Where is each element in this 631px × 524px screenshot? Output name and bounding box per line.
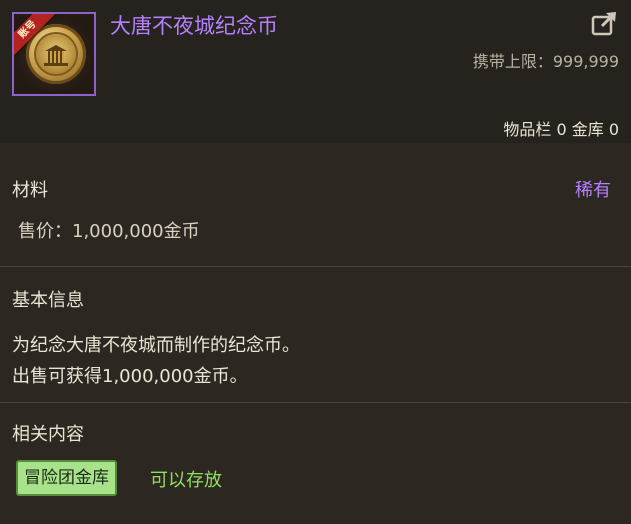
description-line: 出售可获得1,000,000金币。 [12,366,248,387]
description-line: 为纪念大唐不夜城而制作的纪念币。 [12,335,300,356]
carry-limit: 携带上限：999,999 [473,48,619,72]
basic-info-title: 基本信息 [12,290,84,311]
related-content-title: 相关内容 [12,424,84,445]
item-name: 大唐不夜城纪念币 [110,14,278,38]
item-description: 为纪念大唐不夜城而制作的纪念币。 出售可获得1,000,000金币。 [12,330,300,392]
sell-price-value: 1,000,000金币 [72,221,200,242]
tooltip-header: 账号 大唐不夜城纪念币 携带上限：999,999 物品栏 0 金库 0 [0,0,631,143]
share-icon [591,12,616,36]
divider [0,402,631,403]
share-button[interactable] [590,8,620,38]
carry-limit-value: 999,999 [552,52,619,71]
adventure-vault-tag[interactable]: 冒险团金库 [16,460,117,496]
item-icon-frame: 账号 [12,12,96,96]
sell-price: 售价：1,000,000金币 [18,217,200,243]
item-type: 材料 [12,180,48,201]
rarity-label: 稀有 [575,180,611,201]
sell-price-label: 售价： [18,221,72,242]
inventory-count: 物品栏 0 金库 0 [503,120,619,139]
storable-note: 可以存放 [150,470,222,491]
divider [0,266,631,267]
carry-limit-label: 携带上限： [472,52,553,71]
item-tooltip: 账号 大唐不夜城纪念币 携带上限：999,999 物品栏 0 金库 0 材料 稀… [0,0,631,524]
